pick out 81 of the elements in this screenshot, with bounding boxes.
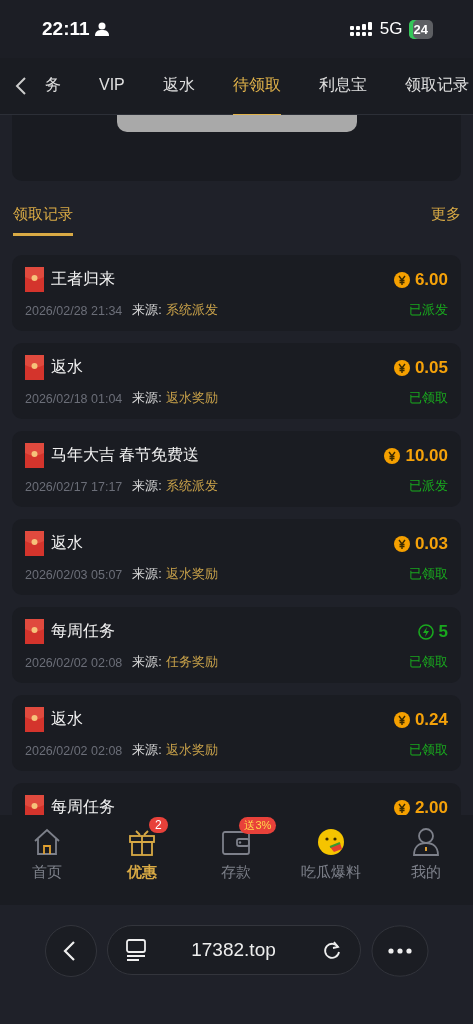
signal-icon bbox=[349, 22, 374, 36]
tab[interactable]: 返水 bbox=[162, 56, 195, 116]
amount-value: 0.24 bbox=[414, 709, 448, 730]
record-status: 已领取 bbox=[409, 390, 448, 407]
yuan-coin-icon bbox=[393, 711, 410, 728]
tabs-icon bbox=[125, 939, 146, 961]
amount-value: 2.00 bbox=[414, 797, 448, 815]
more-link[interactable]: 更多 bbox=[431, 205, 461, 224]
record-status: 已领取 bbox=[409, 566, 448, 583]
source-value: 返水奖励 bbox=[165, 566, 219, 583]
record-title: 马年大吉 春节免费送 bbox=[51, 445, 201, 465]
tab[interactable]: VIP bbox=[99, 58, 125, 114]
record-status: 已派发 bbox=[409, 478, 448, 495]
amount-value: 10.00 bbox=[405, 445, 448, 466]
record-title: 返水 bbox=[51, 357, 84, 377]
amount-value: 0.05 bbox=[414, 357, 448, 378]
notification-badge: 送3% bbox=[239, 817, 277, 834]
clock-time: 22:11 bbox=[42, 18, 90, 40]
source-label: 来源: bbox=[132, 566, 162, 583]
back-icon[interactable] bbox=[44, 925, 97, 977]
yuan-coin-icon bbox=[393, 271, 410, 288]
yuan-coin-icon bbox=[393, 799, 410, 815]
back-chevron-icon bbox=[15, 77, 27, 95]
battery-indicator: 24 bbox=[408, 19, 433, 39]
address-bar[interactable]: 17382.top bbox=[106, 925, 361, 975]
amount-value: 5 bbox=[438, 621, 448, 642]
source-label: 来源: bbox=[132, 390, 162, 407]
nav-item[interactable]: 吃瓜爆料 bbox=[284, 815, 379, 882]
tab[interactable]: 领取记录 bbox=[404, 56, 469, 116]
person-icon bbox=[94, 22, 109, 36]
network-label: 5G bbox=[379, 19, 403, 39]
source-label: 来源: bbox=[132, 654, 162, 671]
record-date: 2026/02/18 01:04 bbox=[25, 391, 123, 406]
tab[interactable]: 务 bbox=[45, 56, 61, 116]
nav-item[interactable]: 首页 bbox=[0, 815, 95, 882]
envelope-icon bbox=[25, 355, 44, 380]
source-value: 任务奖励 bbox=[165, 654, 219, 671]
url-text: 17382.top bbox=[191, 939, 276, 961]
envelope-icon bbox=[25, 707, 44, 732]
envelope-icon bbox=[25, 267, 44, 292]
nav-item[interactable]: 2 优惠 bbox=[94, 815, 189, 882]
gift-icon bbox=[126, 827, 157, 857]
envelope-icon bbox=[25, 531, 44, 556]
person-outline-icon bbox=[410, 827, 441, 857]
source-label: 来源: bbox=[132, 742, 162, 759]
record-date: 2026/02/28 21:34 bbox=[25, 303, 123, 318]
record-date: 2026/02/17 17:17 bbox=[25, 479, 123, 494]
envelope-icon bbox=[25, 619, 44, 644]
source-value: 系统派发 bbox=[165, 478, 219, 495]
lightning-circle-icon bbox=[417, 623, 434, 640]
record-title: 返水 bbox=[51, 533, 84, 553]
record-status: 已领取 bbox=[409, 654, 448, 671]
emoji-face-icon bbox=[316, 827, 347, 857]
source-value: 返水奖励 bbox=[165, 742, 219, 759]
section-tab[interactable]: 领取记录 bbox=[13, 205, 73, 236]
yuan-coin-icon bbox=[393, 535, 410, 552]
amount-value: 6.00 bbox=[414, 269, 448, 290]
source-value: 返水奖励 bbox=[165, 390, 219, 407]
source-label: 来源: bbox=[132, 478, 162, 495]
record-title: 王者归来 bbox=[51, 269, 116, 289]
yuan-coin-icon bbox=[393, 359, 410, 376]
envelope-icon bbox=[25, 443, 44, 468]
tab[interactable]: 利息宝 bbox=[318, 56, 367, 116]
nav-item[interactable]: 我的 bbox=[378, 815, 473, 882]
envelope-icon bbox=[25, 795, 44, 815]
reload-icon bbox=[321, 940, 342, 960]
record-title: 每周任务 bbox=[51, 797, 116, 815]
record-title: 每周任务 bbox=[51, 621, 116, 641]
notification-badge: 2 bbox=[148, 817, 168, 833]
source-value: 系统派发 bbox=[165, 302, 219, 319]
amount-value: 0.03 bbox=[414, 533, 448, 554]
record-date: 2026/02/02 02:08 bbox=[25, 655, 123, 670]
yuan-coin-icon bbox=[384, 447, 401, 464]
record-status: 已领取 bbox=[409, 742, 448, 759]
record-title: 返水 bbox=[51, 709, 84, 729]
record-date: 2026/02/03 05:07 bbox=[25, 567, 123, 582]
source-label: 来源: bbox=[132, 302, 162, 319]
record-date: 2026/02/02 02:08 bbox=[25, 743, 123, 758]
more-icon[interactable] bbox=[370, 925, 429, 977]
record-status: 已派发 bbox=[409, 302, 448, 319]
nav-item[interactable]: 送3% 存款 bbox=[189, 815, 284, 882]
